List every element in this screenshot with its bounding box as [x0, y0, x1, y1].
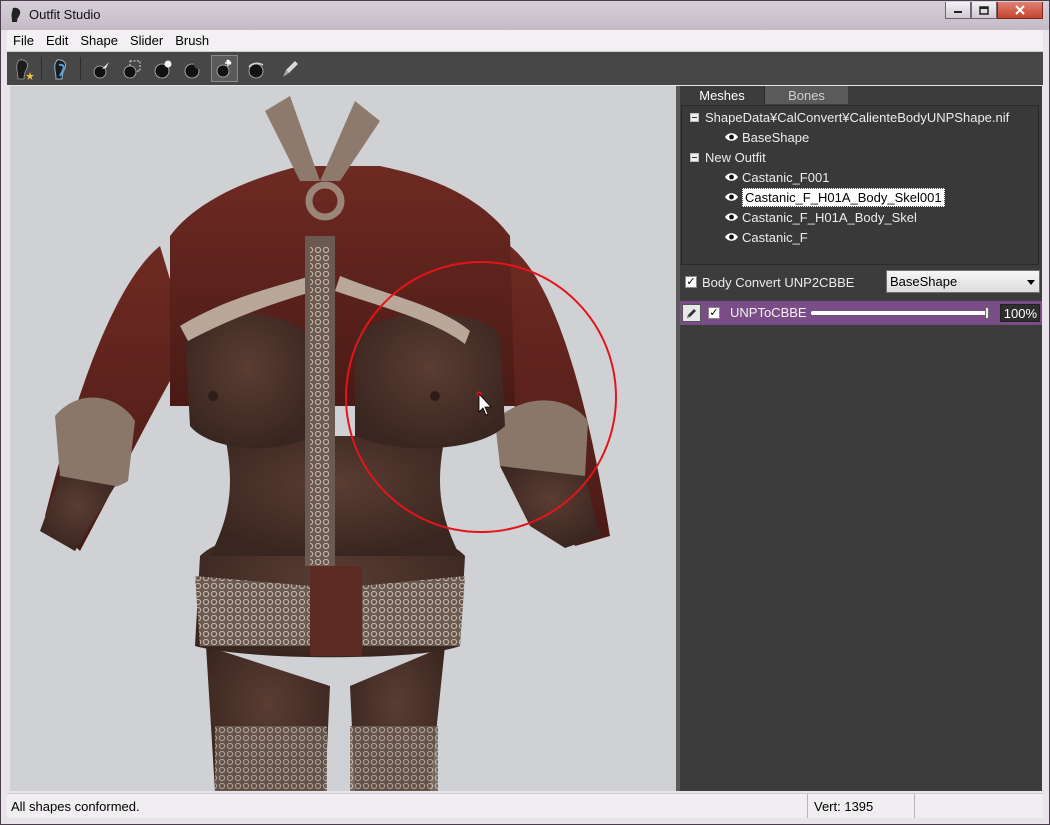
- tree-item-castanic-f-h01a-body-skel[interactable]: Castanic_F_H01A_Body_Skel: [724, 207, 917, 227]
- slider-edit-button[interactable]: [682, 304, 701, 322]
- tree-item-castanic-f-h01a-body-skel001[interactable]: Castanic_F_H01A_Body_Skel001: [724, 187, 945, 207]
- inflate-brush-button[interactable]: [149, 55, 176, 82]
- smooth-brush-icon: [247, 62, 263, 78]
- mesh-tree: ShapeData¥CalConvert¥CalienteBodyUNPShap…: [681, 105, 1039, 265]
- close-icon: [1015, 5, 1025, 15]
- move-brush-button[interactable]: [211, 55, 238, 82]
- status-bar: All shapes conformed. Vert: 1395: [7, 793, 1043, 818]
- tree-item-label-selected: Castanic_F_H01A_Body_Skel001: [742, 187, 945, 207]
- vertex-count: Vert: 1395: [814, 799, 874, 814]
- status-message: All shapes conformed.: [11, 799, 140, 814]
- menu-file[interactable]: File: [7, 33, 40, 48]
- eye-icon[interactable]: [724, 172, 739, 182]
- slider-set-label: Body Convert UNP2CBBE: [702, 275, 855, 290]
- slider-value-input[interactable]: 100%: [1000, 304, 1040, 322]
- weight-brush-icon: [282, 60, 298, 77]
- tree-item-castanic-f001[interactable]: Castanic_F001: [724, 167, 829, 187]
- tree-item-label: Castanic_F001: [742, 169, 830, 185]
- deflate-brush-icon: [184, 60, 202, 78]
- tree-item-label: BaseShape: [742, 129, 810, 145]
- slider-set-header: ✓ Body Convert UNP2CBBE BaseShape: [680, 269, 1042, 295]
- eye-icon[interactable]: [724, 232, 739, 242]
- menu-bar: File Edit Shape Slider Brush: [7, 30, 1043, 52]
- slider-thumb[interactable]: [985, 307, 989, 319]
- reference-shape-select[interactable]: BaseShape: [886, 270, 1040, 293]
- load-project-icon: [53, 58, 66, 79]
- select-brush-icon: [93, 61, 109, 78]
- maximize-button[interactable]: [971, 2, 997, 19]
- weight-brush-button[interactable]: [275, 55, 302, 82]
- close-button[interactable]: [997, 2, 1043, 19]
- tab-bones[interactable]: Bones: [764, 86, 848, 104]
- maximize-icon: [979, 5, 989, 15]
- tree-group-label: New Outfit: [705, 149, 766, 165]
- tree-item-castanic-f[interactable]: Castanic_F: [724, 227, 808, 247]
- tab-meshes[interactable]: Meshes: [680, 86, 764, 104]
- window-title: Outfit Studio: [29, 7, 101, 22]
- panel-tabs: Meshes Bones: [680, 86, 848, 104]
- slider-enable-checkbox[interactable]: ✓: [708, 307, 720, 319]
- deflate-brush-button[interactable]: [179, 55, 206, 82]
- slider-name: UNPToCBBE: [730, 305, 807, 320]
- slider-set-checkbox[interactable]: ✓: [685, 276, 697, 288]
- chevron-down-icon: [1027, 280, 1035, 285]
- slider-row: ✓ UNPToCBBE 100%: [680, 301, 1042, 325]
- tree-group-new-outfit[interactable]: New Outfit: [690, 147, 766, 167]
- outfit-studio-window: Outfit Studio File Edit Shape Slider Bru…: [0, 0, 1050, 825]
- tree-group-shapedata[interactable]: ShapeData¥CalConvert¥CalienteBodyUNPShap…: [690, 107, 1009, 127]
- minimize-icon: [954, 11, 962, 13]
- right-panel: Meshes Bones ShapeData¥CalConvert¥Calien…: [680, 86, 1042, 791]
- tree-item-label: Castanic_F: [742, 229, 808, 245]
- new-project-icon: [15, 58, 34, 80]
- pencil-icon: [687, 308, 696, 318]
- collapse-icon[interactable]: [690, 112, 699, 122]
- tree-group-label: ShapeData¥CalConvert¥CalienteBodyUNPShap…: [705, 109, 1010, 125]
- eye-icon[interactable]: [724, 212, 739, 222]
- slider-fill: [811, 311, 989, 315]
- load-project-button[interactable]: [47, 55, 74, 82]
- title-bar[interactable]: Outfit Studio: [1, 1, 1049, 30]
- mask-brush-button[interactable]: [118, 55, 145, 82]
- eye-icon[interactable]: [724, 192, 739, 202]
- inflate-brush-icon: [154, 60, 171, 78]
- eye-icon[interactable]: [724, 132, 739, 142]
- 3d-viewport[interactable]: [10, 86, 676, 791]
- status-extra-field: [914, 794, 1044, 818]
- app-icon: [9, 7, 23, 23]
- tree-item-baseshape[interactable]: BaseShape: [724, 127, 809, 147]
- mask-brush-icon: [123, 60, 140, 78]
- status-vert-field: Vert: 1395: [807, 794, 914, 818]
- menu-slider[interactable]: Slider: [124, 33, 169, 48]
- slider-track[interactable]: [811, 307, 989, 319]
- smooth-brush-button[interactable]: [242, 55, 269, 82]
- tree-item-label: Castanic_F_H01A_Body_Skel: [742, 209, 917, 225]
- reference-shape-value: BaseShape: [890, 274, 958, 289]
- new-project-button[interactable]: [10, 55, 37, 82]
- minimize-button[interactable]: [945, 2, 971, 19]
- menu-edit[interactable]: Edit: [40, 33, 74, 48]
- outfit-mesh-render: [40, 96, 617, 791]
- menu-shape[interactable]: Shape: [74, 33, 124, 48]
- toolbar: [7, 52, 1043, 85]
- move-brush-icon: [216, 59, 231, 77]
- collapse-icon[interactable]: [690, 152, 699, 162]
- menu-brush[interactable]: Brush: [169, 33, 215, 48]
- select-brush-button[interactable]: [87, 55, 114, 82]
